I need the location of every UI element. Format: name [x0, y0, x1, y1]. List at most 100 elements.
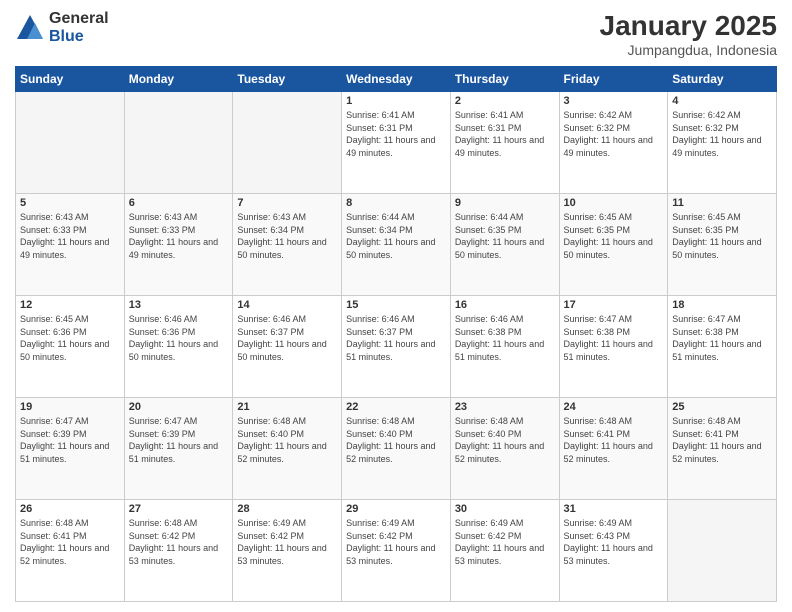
calendar-body: 1Sunrise: 6:41 AMSunset: 6:31 PMDaylight… — [16, 92, 777, 602]
day-number: 23 — [455, 401, 555, 413]
day-number: 6 — [129, 197, 229, 209]
day-number: 15 — [346, 299, 446, 311]
day-number: 2 — [455, 95, 555, 107]
day-number: 16 — [455, 299, 555, 311]
weekday-header-row: Sunday Monday Tuesday Wednesday Thursday… — [16, 67, 777, 92]
calendar-cell: 19Sunrise: 6:47 AMSunset: 6:39 PMDayligh… — [16, 398, 125, 500]
day-info: Sunrise: 6:44 AMSunset: 6:34 PMDaylight:… — [346, 211, 446, 261]
calendar-cell — [668, 500, 777, 602]
day-info: Sunrise: 6:48 AMSunset: 6:40 PMDaylight:… — [346, 415, 446, 465]
day-info: Sunrise: 6:49 AMSunset: 6:42 PMDaylight:… — [237, 517, 337, 567]
day-number: 8 — [346, 197, 446, 209]
calendar-week-row: 26 Sunrise: 6:48 AMSunset: 6:41 PMDayligh… — [16, 500, 777, 602]
calendar-cell: 24 Sunrise: 6:48 AMSunset: 6:41 PMDayligh… — [559, 398, 668, 500]
calendar-cell: 17 Sunrise: 6:47 AMSunset: 6:38 PMDayligh… — [559, 296, 668, 398]
calendar-cell: 31Sunrise: 6:49 AMSunset: 6:43 PMDayligh… — [559, 500, 668, 602]
calendar-cell — [16, 92, 125, 194]
calendar-cell: 18Sunrise: 6:47 AMSunset: 6:38 PMDayligh… — [668, 296, 777, 398]
day-number: 9 — [455, 197, 555, 209]
day-info: Sunrise: 6:45 AMSunset: 6:35 PMDaylight:… — [564, 211, 664, 261]
calendar-cell: 28 Sunrise: 6:49 AMSunset: 6:42 PMDayligh… — [233, 500, 342, 602]
day-info: Sunrise: 6:45 AMSunset: 6:36 PMDaylight:… — [20, 313, 120, 363]
calendar-cell: 21 Sunrise: 6:48 AMSunset: 6:40 PMDayligh… — [233, 398, 342, 500]
calendar: Sunday Monday Tuesday Wednesday Thursday… — [15, 66, 777, 602]
calendar-cell: 13Sunrise: 6:46 AMSunset: 6:36 PMDayligh… — [124, 296, 233, 398]
day-number: 29 — [346, 503, 446, 515]
day-info: Sunrise: 6:44 AMSunset: 6:35 PMDaylight:… — [455, 211, 555, 261]
day-info: Sunrise: 6:43 AMSunset: 6:33 PMDaylight:… — [129, 211, 229, 261]
day-number: 27 — [129, 503, 229, 515]
day-info: Sunrise: 6:47 AMSunset: 6:38 PMDaylight:… — [564, 313, 664, 363]
calendar-cell: 27 Sunrise: 6:48 AMSunset: 6:42 PMDayligh… — [124, 500, 233, 602]
calendar-cell: 5Sunrise: 6:43 AMSunset: 6:33 PMDaylight… — [16, 194, 125, 296]
calendar-week-row: 12Sunrise: 6:45 AMSunset: 6:36 PMDayligh… — [16, 296, 777, 398]
calendar-cell: 16 Sunrise: 6:46 AMSunset: 6:38 PMDayligh… — [450, 296, 559, 398]
calendar-cell — [124, 92, 233, 194]
day-info: Sunrise: 6:49 AMSunset: 6:42 PMDaylight:… — [455, 517, 555, 567]
day-info: Sunrise: 6:49 AMSunset: 6:42 PMDaylight:… — [346, 517, 446, 567]
calendar-cell: 22 Sunrise: 6:48 AMSunset: 6:40 PMDayligh… — [342, 398, 451, 500]
location: Jumpangdua, Indonesia — [600, 42, 777, 58]
calendar-week-row: 5 Sunrise: 6:43 AMSunset: 6:33 PMDaylight… — [16, 194, 777, 296]
calendar-cell: 7Sunrise: 6:43 AMSunset: 6:34 PMDaylight… — [233, 194, 342, 296]
day-number: 10 — [564, 197, 664, 209]
calendar-cell: 25 Sunrise: 6:48 AMSunset: 6:41 PMDayligh… — [668, 398, 777, 500]
day-number: 24 — [564, 401, 664, 413]
day-number: 20 — [129, 401, 229, 413]
header-sunday: Sunday — [16, 67, 125, 92]
day-info: Sunrise: 6:48 AMSunset: 6:40 PMDaylight:… — [455, 415, 555, 465]
calendar-cell: 3 Sunrise: 6:42 AMSunset: 6:32 PMDaylight… — [559, 92, 668, 194]
day-info: Sunrise: 6:48 AMSunset: 6:41 PMDaylight:… — [20, 517, 120, 567]
title-block: January 2025 Jumpangdua, Indonesia — [600, 10, 777, 58]
day-number: 11 — [672, 197, 772, 209]
day-info: Sunrise: 6:46 AMSunset: 6:37 PMDaylight:… — [237, 313, 337, 363]
calendar-cell: 9 Sunrise: 6:44 AMSunset: 6:35 PMDaylight… — [450, 194, 559, 296]
day-info: Sunrise: 6:48 AMSunset: 6:41 PMDaylight:… — [564, 415, 664, 465]
calendar-week-row: 19Sunrise: 6:47 AMSunset: 6:39 PMDayligh… — [16, 398, 777, 500]
day-info: Sunrise: 6:47 AMSunset: 6:39 PMDaylight:… — [20, 415, 120, 465]
header-saturday: Saturday — [668, 67, 777, 92]
header-thursday: Thursday — [450, 67, 559, 92]
day-number: 14 — [237, 299, 337, 311]
day-number: 5 — [20, 197, 120, 209]
day-info: Sunrise: 6:46 AMSunset: 6:37 PMDaylight:… — [346, 313, 446, 363]
day-info: Sunrise: 6:48 AMSunset: 6:41 PMDaylight:… — [672, 415, 772, 465]
calendar-cell: 26 Sunrise: 6:48 AMSunset: 6:41 PMDayligh… — [16, 500, 125, 602]
calendar-cell: 14 Sunrise: 6:46 AMSunset: 6:37 PMDayligh… — [233, 296, 342, 398]
day-number: 7 — [237, 197, 337, 209]
day-number: 28 — [237, 503, 337, 515]
day-info: Sunrise: 6:48 AMSunset: 6:40 PMDaylight:… — [237, 415, 337, 465]
day-number: 3 — [564, 95, 664, 107]
day-info: Sunrise: 6:47 AMSunset: 6:38 PMDaylight:… — [672, 313, 772, 363]
calendar-cell: 10 Sunrise: 6:45 AMSunset: 6:35 PMDayligh… — [559, 194, 668, 296]
day-info: Sunrise: 6:48 AMSunset: 6:42 PMDaylight:… — [129, 517, 229, 567]
day-number: 26 — [20, 503, 120, 515]
day-info: Sunrise: 6:45 AMSunset: 6:35 PMDaylight:… — [672, 211, 772, 261]
month-title: January 2025 — [600, 10, 777, 42]
header-friday: Friday — [559, 67, 668, 92]
day-number: 21 — [237, 401, 337, 413]
calendar-cell: 20Sunrise: 6:47 AMSunset: 6:39 PMDayligh… — [124, 398, 233, 500]
header-monday: Monday — [124, 67, 233, 92]
day-number: 13 — [129, 299, 229, 311]
logo: General Blue — [15, 10, 109, 45]
day-number: 25 — [672, 401, 772, 413]
calendar-cell: 1Sunrise: 6:41 AMSunset: 6:31 PMDaylight… — [342, 92, 451, 194]
day-info: Sunrise: 6:46 AMSunset: 6:38 PMDaylight:… — [455, 313, 555, 363]
day-number: 4 — [672, 95, 772, 107]
calendar-cell: 2Sunrise: 6:41 AMSunset: 6:31 PMDaylight… — [450, 92, 559, 194]
day-info: Sunrise: 6:41 AMSunset: 6:31 PMDaylight:… — [346, 109, 446, 159]
calendar-cell: 8 Sunrise: 6:44 AMSunset: 6:34 PMDaylight… — [342, 194, 451, 296]
page: General Blue January 2025 Jumpangdua, In… — [0, 0, 792, 612]
calendar-header: Sunday Monday Tuesday Wednesday Thursday… — [16, 67, 777, 92]
calendar-cell — [233, 92, 342, 194]
logo-text: General Blue — [49, 10, 109, 45]
logo-general: General — [49, 10, 109, 28]
calendar-cell: 11 Sunrise: 6:45 AMSunset: 6:35 PMDayligh… — [668, 194, 777, 296]
logo-icon — [15, 13, 45, 43]
day-info: Sunrise: 6:42 AMSunset: 6:32 PMDaylight:… — [564, 109, 664, 159]
day-number: 22 — [346, 401, 446, 413]
header: General Blue January 2025 Jumpangdua, In… — [15, 10, 777, 58]
day-number: 17 — [564, 299, 664, 311]
calendar-cell: 4Sunrise: 6:42 AMSunset: 6:32 PMDaylight… — [668, 92, 777, 194]
